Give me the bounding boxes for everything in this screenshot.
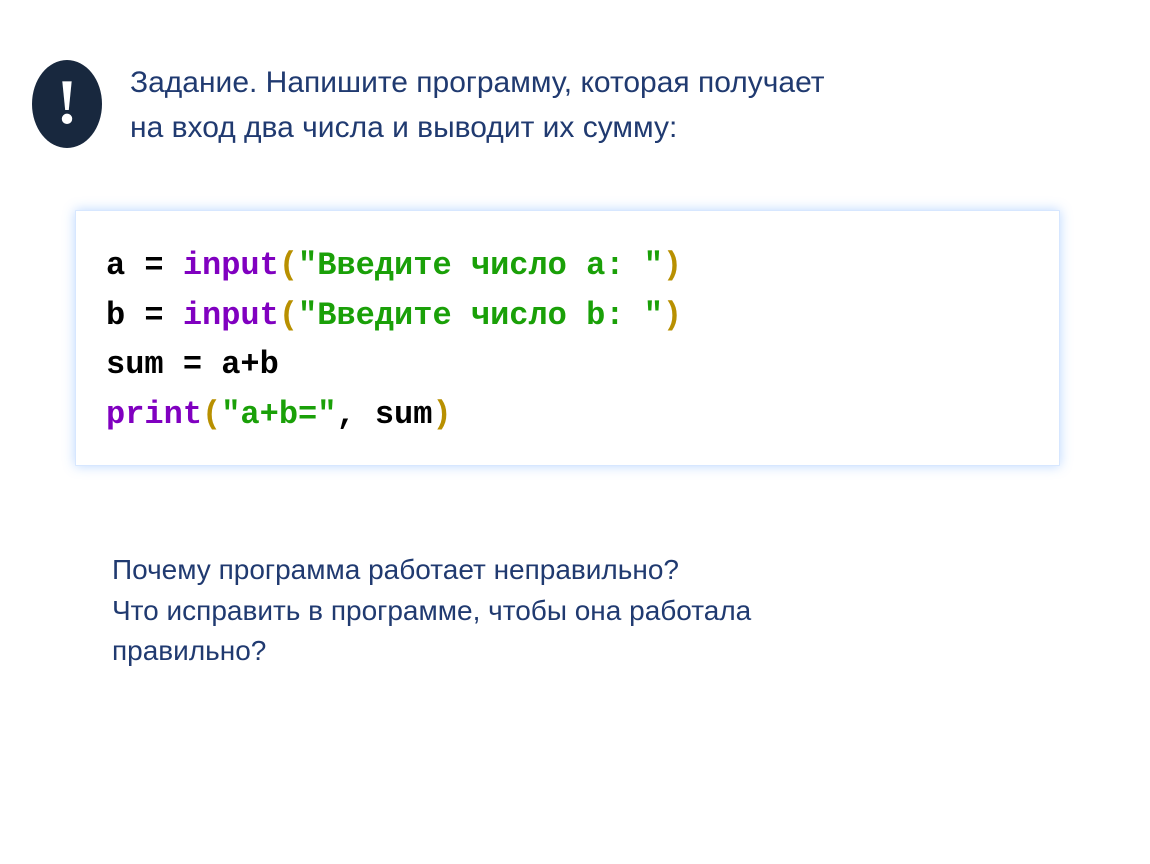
code-l4-s: "a+b=" [221,396,336,433]
code-l1-p2: ) [663,247,682,284]
code-l3-a: sum = a+b [106,346,279,383]
code-l4-p2: ) [432,396,451,433]
code-l2-s: "Введите число b: " [298,297,663,334]
code-l2-p1: ( [279,297,298,334]
task-text: Задание. Напишите программу, которая пол… [130,60,825,150]
code-l4-p1: ( [202,396,221,433]
code-l2-fn: input [183,297,279,334]
code-l2-p2: ) [663,297,682,334]
code-l4-fn: print [106,396,202,433]
task-line1: Задание. Напишите программу, которая пол… [130,66,825,99]
question-2b: правильно? [112,635,266,666]
code-l1-p1: ( [279,247,298,284]
exclamation-badge: ! [32,60,102,148]
code-l4-c: , sum [336,396,432,433]
code-box: a = input("Введите число a: ") b = input… [75,210,1060,466]
exclamation-icon: ! [56,70,77,134]
questions-block: Почему программа работает неправильно? Ч… [112,550,751,672]
code-l1-fn: input [183,247,279,284]
header-row: ! Задание. Напишите программу, которая п… [32,60,825,150]
task-line2: на вход два числа и выводит их сумму: [130,111,677,144]
code-l1-a: a = [106,247,183,284]
question-2a: Что исправить в программе, чтобы она раб… [112,595,751,626]
question-1: Почему программа работает неправильно? [112,554,679,585]
code-l1-s: "Введите число a: " [298,247,663,284]
slide: ! Задание. Напишите программу, которая п… [0,0,1150,864]
code-l2-a: b = [106,297,183,334]
